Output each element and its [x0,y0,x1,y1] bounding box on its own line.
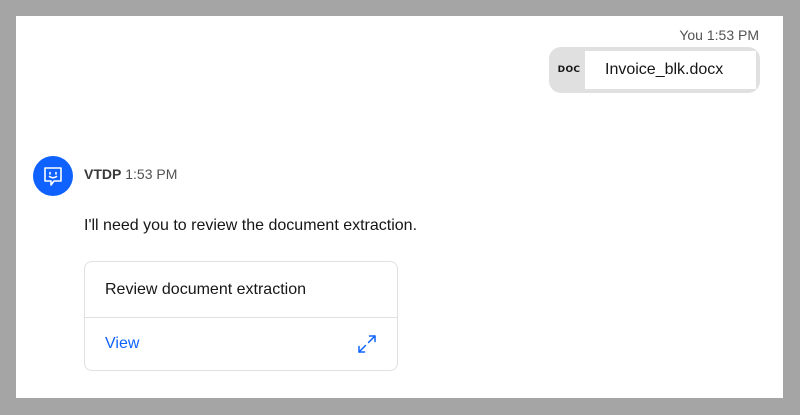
card-title: Review document extraction [85,262,397,318]
chat-panel: You 1:53 PM DOC Invoice_blk.docx VTDP 1:… [16,16,783,398]
chat-bot-icon [44,167,62,186]
bot-sender-name: VTDP [84,166,122,182]
view-link-label: View [105,335,140,352]
bot-message-text: I'll need you to review the document ext… [84,217,418,234]
review-card: Review document extraction View [84,261,398,371]
user-message-meta: You 1:53 PM [679,27,759,43]
user-message-time: 1:53 PM [706,27,759,43]
bot-avatar [33,156,73,196]
doc-file-icon: DOC [557,65,581,75]
expand-icon [357,334,377,354]
file-attachment[interactable]: DOC Invoice_blk.docx [549,47,760,93]
user-sender-name: You [679,27,703,43]
file-name: Invoice_blk.docx [585,51,756,89]
bot-message-time: 1:53 PM [125,166,178,182]
bot-message-meta: VTDP 1:53 PM [84,166,177,182]
view-button[interactable]: View [85,318,397,370]
